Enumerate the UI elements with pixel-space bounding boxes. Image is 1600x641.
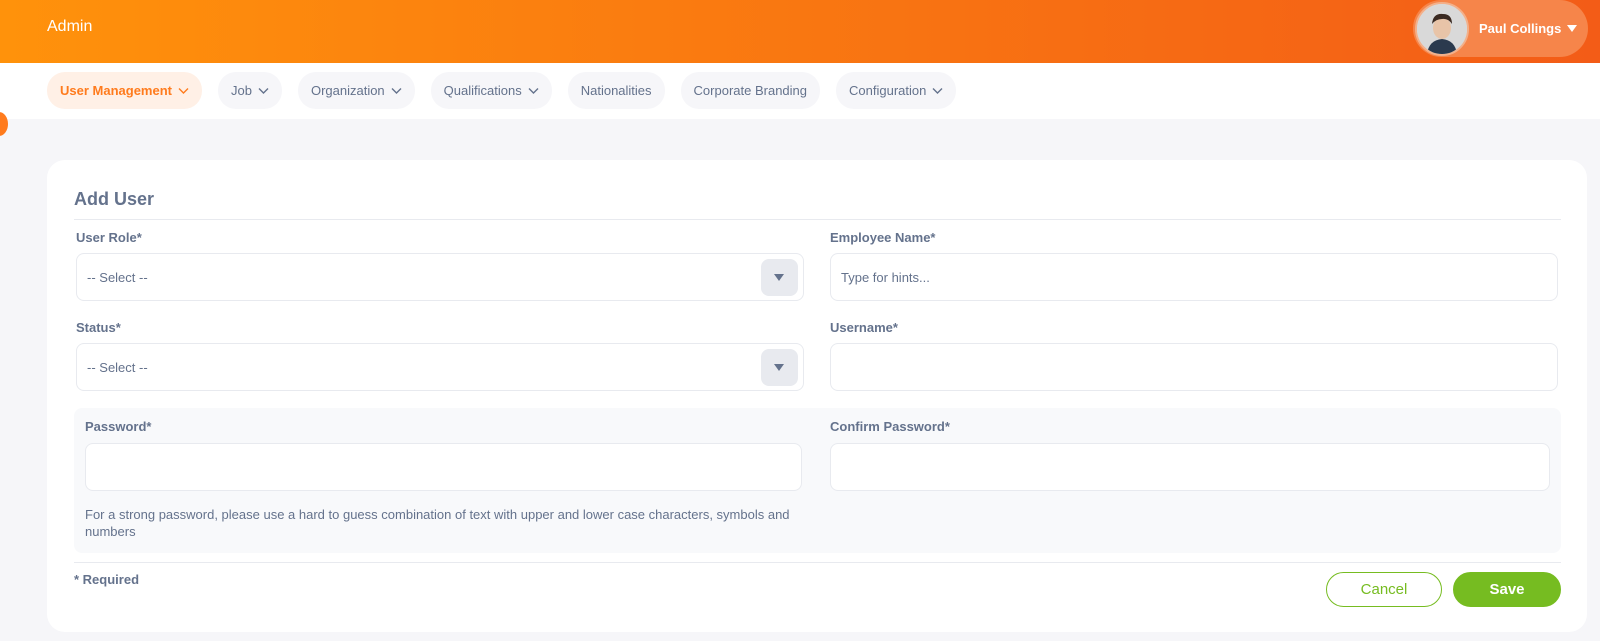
chevron-down-icon	[178, 87, 189, 94]
page-title: Add User	[74, 189, 155, 209]
avatar-icon	[1417, 3, 1467, 54]
chevron-down-icon	[528, 87, 539, 94]
nav-item-organization[interactable]: Organization	[297, 72, 415, 109]
top-bar: Admin Paul Collings	[0, 0, 1600, 63]
nav-item-nationalities[interactable]: Nationalities	[567, 72, 665, 109]
cancel-button[interactable]: Cancel	[1326, 572, 1442, 607]
divider	[74, 219, 1561, 220]
password-label: Password*	[85, 419, 152, 434]
password-hint: For a strong password, please use a hard…	[85, 507, 790, 539]
nav-item-label: Organization	[310, 83, 385, 98]
user-role-value: -- Select --	[87, 270, 148, 285]
chevron-down-icon	[391, 87, 402, 94]
chevron-down-icon	[932, 87, 943, 94]
nav-item-configuration[interactable]: Configuration	[836, 72, 957, 109]
employee-name-input[interactable]	[830, 253, 1558, 301]
nav-item-label: User Management	[60, 83, 172, 98]
nav-item-qualifications[interactable]: Qualifications	[430, 72, 552, 109]
caret-down-icon	[774, 274, 784, 281]
module-title: Admin	[47, 18, 93, 35]
password-input[interactable]	[85, 443, 802, 491]
status-label: Status*	[76, 320, 121, 335]
user-role-dropdown-button[interactable]	[761, 259, 798, 296]
confirm-password-label: Confirm Password*	[830, 419, 950, 434]
nav-item-label: Configuration	[849, 83, 927, 98]
caret-down-icon	[1567, 25, 1578, 32]
nav-item-user-management[interactable]: User Management	[47, 72, 202, 109]
status-select[interactable]: -- Select --	[76, 343, 804, 391]
user-role-label: User Role*	[76, 230, 142, 245]
required-note: * Required	[74, 572, 140, 587]
username-input[interactable]	[830, 343, 1558, 391]
user-role-select[interactable]: -- Select --	[76, 253, 804, 301]
caret-down-icon	[774, 364, 784, 371]
divider	[74, 562, 1561, 563]
employee-name-label: Employee Name*	[830, 230, 936, 245]
user-name: Paul Collings	[1479, 21, 1562, 36]
add-user-form-card: Add User User Role* -- Select -- Employe…	[47, 160, 1587, 632]
status-value: -- Select --	[87, 360, 148, 375]
password-section: Password* Confirm Password* For a strong…	[74, 408, 1561, 553]
nav-item-label: Nationalities	[580, 83, 652, 98]
avatar	[1415, 1, 1469, 56]
save-button[interactable]: Save	[1453, 572, 1561, 607]
username-label: Username*	[830, 320, 898, 335]
nav-item-label: Job	[230, 83, 252, 98]
nav-item-job[interactable]: Job	[217, 72, 282, 109]
nav-item-label: Corporate Branding	[693, 83, 808, 98]
confirm-password-input[interactable]	[830, 443, 1550, 491]
admin-nav-bar: User Management Job Organization Qualifi…	[0, 63, 1600, 119]
nav-item-corporate-branding[interactable]: Corporate Branding	[680, 72, 821, 109]
status-dropdown-button[interactable]	[761, 349, 798, 386]
nav-item-label: Qualifications	[443, 83, 522, 98]
chevron-down-icon	[258, 87, 269, 94]
user-menu[interactable]: Paul Collings	[1413, 0, 1588, 57]
